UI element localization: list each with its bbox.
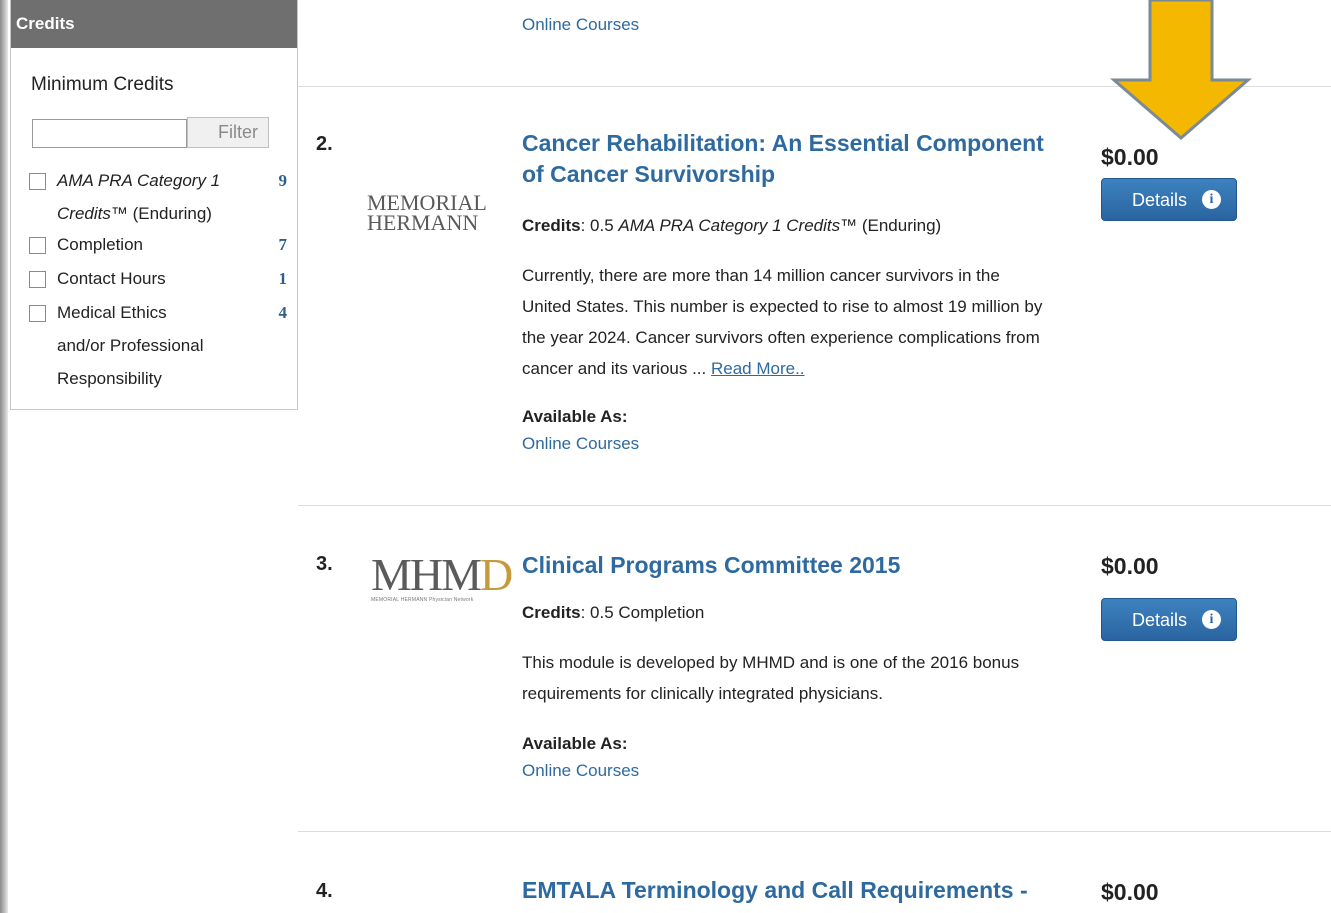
available-as-label: Available As: — [522, 734, 628, 753]
facet-checkbox[interactable] — [29, 271, 46, 288]
read-more-link[interactable]: Read More.. — [711, 359, 805, 378]
result-price: $0.00 — [1101, 144, 1159, 170]
facet-checkbox[interactable] — [29, 237, 46, 254]
result-price: $0.00 — [1101, 879, 1159, 905]
result-number: 3. — [316, 553, 333, 575]
facet-label: Completion — [57, 235, 143, 254]
mhmd-logo: MHMD MEMORIAL HERMANN Physician Network — [371, 549, 513, 604]
facet-count: 9 — [278, 171, 288, 190]
result-divider — [298, 831, 1331, 832]
minimum-credits-label: Minimum Credits — [31, 74, 174, 95]
facet-count: 7 — [278, 235, 288, 254]
result-title-link[interactable]: EMTALA Terminology and Call Requirements… — [522, 875, 1082, 913]
facet-ama-pra[interactable]: AMA PRA Category 1 Credits™ (Enduring) 9 — [29, 164, 291, 230]
result-price: $0.00 — [1101, 553, 1159, 579]
available-as-link[interactable]: Online Courses — [522, 434, 639, 454]
result-credits: Credits: 0.5 AMA PRA Category 1 Credits™… — [522, 216, 942, 235]
facet-medical-ethics[interactable]: Medical Ethics and/or Professional Respo… — [29, 296, 291, 395]
facet-count: 1 — [278, 269, 288, 288]
result-number: 2. — [316, 133, 333, 155]
info-icon: i — [1202, 190, 1221, 209]
memorial-hermann-logo: MEMORIAL HERMANN — [367, 190, 487, 235]
facet-label: Contact Hours — [57, 269, 166, 288]
details-button[interactable]: Details i — [1101, 178, 1237, 221]
available-as-link[interactable]: Online Courses — [522, 15, 639, 35]
available-as-label: Available As: — [522, 407, 628, 426]
available-as-link[interactable]: Online Courses — [522, 761, 639, 781]
result-title-link[interactable]: Cancer Rehabilitation: An Essential Comp… — [522, 128, 1062, 190]
credits-filter-panel: Credits Minimum Credits Filter AMA PRA C… — [10, 0, 298, 410]
result-title-link[interactable]: Clinical Programs Committee 2015 — [522, 550, 1062, 581]
info-icon: i — [1202, 610, 1221, 629]
details-button[interactable]: Details i — [1101, 598, 1237, 641]
facet-label: AMA PRA Category 1 Credits™ (Enduring) — [57, 171, 221, 223]
facet-checkbox[interactable] — [29, 173, 46, 190]
facet-checkbox[interactable] — [29, 305, 46, 322]
facet-contact-hours[interactable]: Contact Hours 1 — [29, 262, 291, 295]
result-number: 4. — [316, 880, 333, 902]
credits-panel-header: Credits — [11, 0, 297, 48]
filter-button[interactable]: Filter — [187, 117, 269, 148]
result-description: Currently, there are more than 14 millio… — [522, 266, 1043, 378]
minimum-credits-input[interactable] — [32, 119, 187, 148]
result-divider — [298, 505, 1331, 506]
facet-count: 4 — [278, 303, 288, 322]
result-description: This module is developed by MHMD and is … — [522, 653, 1020, 703]
facet-label: Medical Ethics and/or Professional Respo… — [57, 303, 204, 388]
down-arrow-icon — [1110, 0, 1252, 140]
facet-completion[interactable]: Completion 7 — [29, 228, 291, 261]
result-credits: Credits: 0.5 Completion — [522, 603, 705, 622]
window-left-edge — [0, 0, 8, 913]
